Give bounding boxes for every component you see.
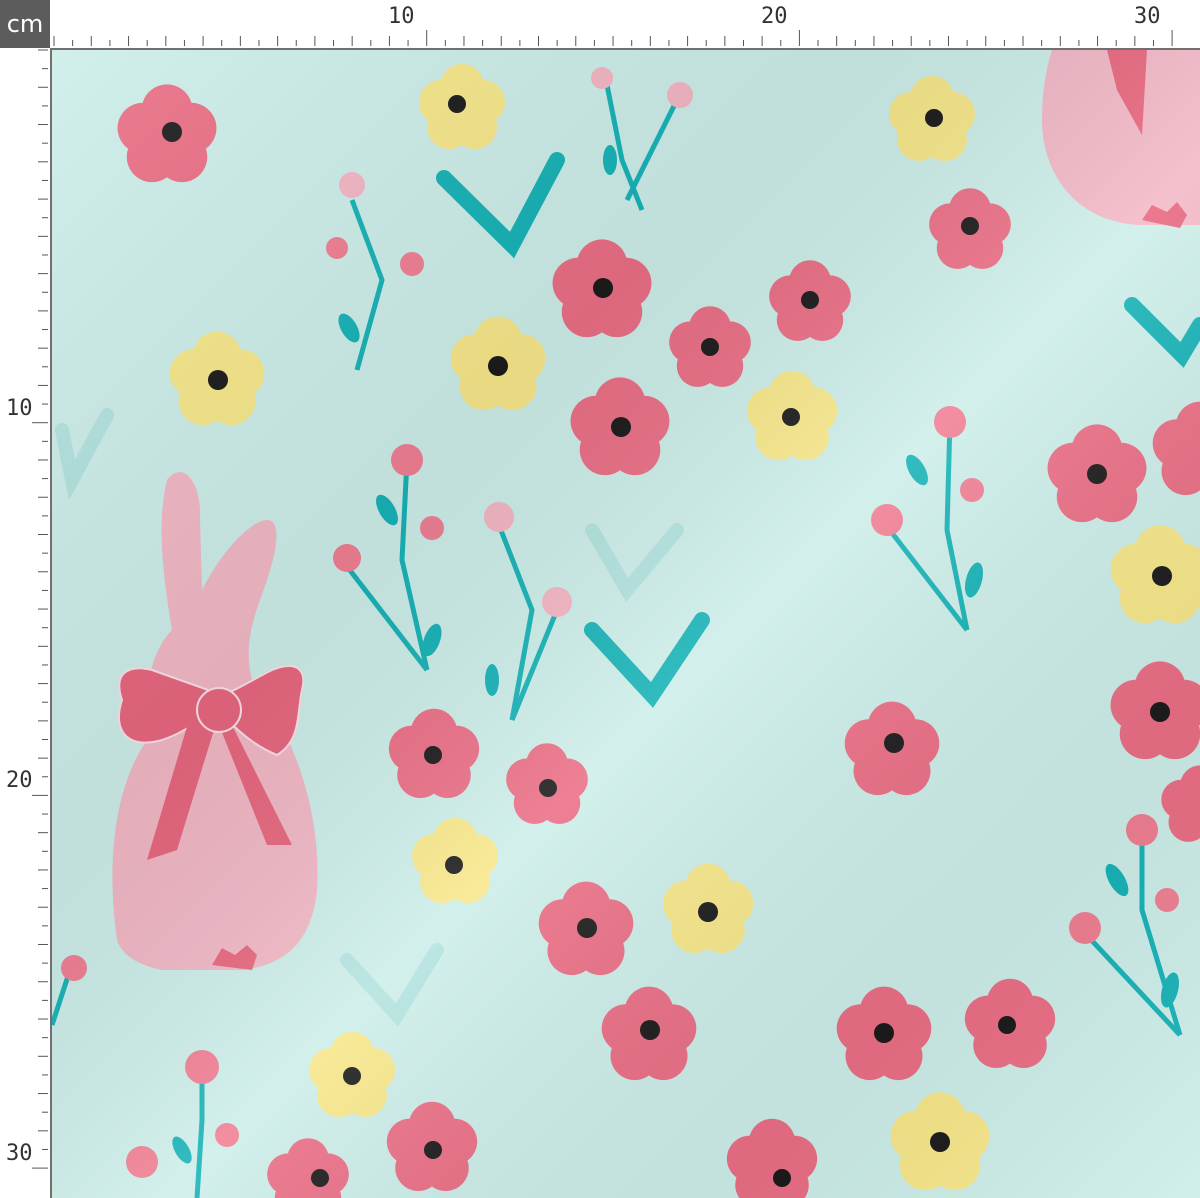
fabric-pattern [52,50,1200,1198]
left-ruler-label-10: 10 [6,396,33,421]
fabric-swatch [52,50,1200,1198]
top-ruler-label-20: 20 [761,4,788,29]
fold-shading [52,50,1200,1198]
top-ruler-label-30: 30 [1134,4,1161,29]
unit-text: cm [6,10,44,38]
left-ruler-label-20: 20 [6,768,33,793]
left-ruler-ticks [32,49,48,1169]
left-ruler: 10 20 30 [0,48,52,1198]
top-ruler: 10 20 30 [50,0,1200,50]
unit-label: cm [0,0,50,48]
left-ruler-label-30: 30 [6,1141,33,1166]
top-ruler-label-10: 10 [388,4,415,29]
top-ruler-ticks [53,30,1173,46]
